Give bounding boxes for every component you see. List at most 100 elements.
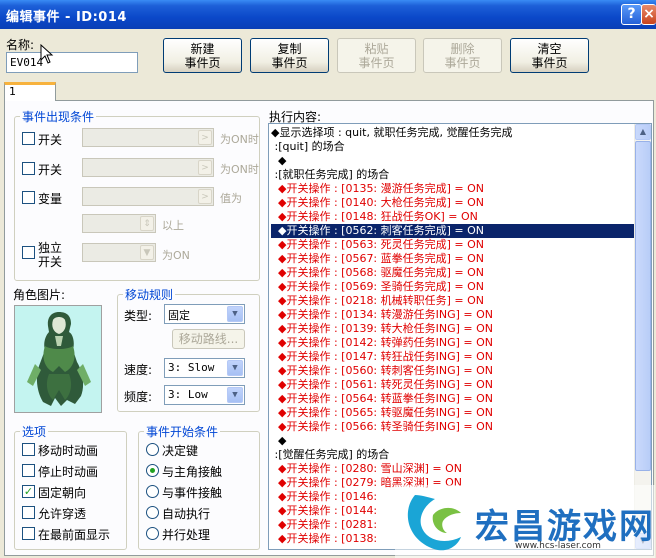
exec-command-line[interactable]: ◆开关操作 : [0565: 转驱魔任务ING] = ON xyxy=(271,406,635,420)
watermark-logo: 宏昌游戏网 www.hcs-laser.com xyxy=(395,485,655,558)
copy-page-button[interactable]: 复制 事件页 xyxy=(250,38,329,73)
variable-field[interactable]: > xyxy=(82,187,214,206)
paste-page-label-1: 粘贴 xyxy=(364,42,389,56)
switch2-label: 开关 xyxy=(38,163,63,177)
exec-command-line[interactable]: ◆开关操作 : [0562: 刺客任务完成] = ON xyxy=(271,224,635,238)
exec-command-line[interactable]: ◆开关操作 : [0142: 转弹药任务ING] = ON xyxy=(271,336,635,350)
option-checkbox[interactable] xyxy=(22,464,35,477)
trigger-label: 与事件接触 xyxy=(162,486,223,500)
help-button[interactable]: ? xyxy=(621,4,642,25)
new-page-label-1: 新建 xyxy=(190,42,215,56)
option-checkbox[interactable] xyxy=(22,527,35,540)
scroll-thumb[interactable] xyxy=(635,141,651,471)
switch2-checkbox[interactable] xyxy=(22,162,35,175)
exec-command-text: ◆开关操作 : [0147: 转狂战任务ING] = ON xyxy=(271,350,494,363)
exec-command-line[interactable]: ◆ xyxy=(271,154,635,168)
exec-command-line[interactable]: ◆开关操作 : [0134: 转漫游任务ING] = ON xyxy=(271,308,635,322)
exec-command-text: ◆开关操作 : [0134: 转漫游任务ING] = ON xyxy=(271,308,494,321)
exec-command-text: ◆开关操作 : [0146: xyxy=(271,490,378,503)
movement-freq-dropdown-icon: ▼ xyxy=(227,387,243,403)
exec-command-text: ◆开关操作 : [0560: 转刺客任务ING] = ON xyxy=(271,364,494,377)
delete-page-label-2: 事件页 xyxy=(444,56,481,70)
exec-command-line[interactable]: :[觉醒任务完成] 的场合 xyxy=(271,448,635,462)
trigger-radio[interactable] xyxy=(146,443,159,456)
clear-page-label-1: 清空 xyxy=(537,42,562,56)
movement-freq-select[interactable]: 3: Low ▼ xyxy=(164,385,245,405)
variable-label: 变量 xyxy=(38,192,63,206)
exec-command-line[interactable]: ◆开关操作 : [0564: 转蓝拳任务ING] = ON xyxy=(271,392,635,406)
trigger-radio[interactable] xyxy=(146,485,159,498)
variable-spin-icon: ⇕ xyxy=(140,216,154,231)
option-checkbox[interactable] xyxy=(22,506,35,519)
exec-command-line[interactable]: ◆显示选择项 : quit, 就职任务完成, 觉醒任务完成 xyxy=(271,126,635,140)
option-checkbox[interactable]: ✓ xyxy=(22,485,35,498)
exec-command-line[interactable]: :[就职任务完成] 的场合 xyxy=(271,168,635,182)
name-label: 名称: xyxy=(6,38,35,52)
exec-command-line[interactable]: ◆开关操作 : [0140: 大枪任务完成] = ON xyxy=(271,196,635,210)
option-label: 在最前面显示 xyxy=(38,528,111,542)
trigger-label: 自动执行 xyxy=(162,507,211,521)
switch1-checkbox[interactable] xyxy=(22,132,35,145)
exec-command-line[interactable]: ◆开关操作 : [0280: 雪山深渊] = ON xyxy=(271,462,635,476)
trigger-radio[interactable] xyxy=(146,506,159,519)
trigger-radio[interactable] xyxy=(146,464,159,477)
move-route-button[interactable]: 移动路线... xyxy=(172,329,245,349)
exec-command-line[interactable]: ◆ xyxy=(271,434,635,448)
switch2-field[interactable]: > xyxy=(82,158,214,177)
exec-command-line[interactable]: ◆开关操作 : [0218: 机械转职任务] = ON xyxy=(271,294,635,308)
clear-page-button[interactable]: 清空 事件页 xyxy=(510,38,589,73)
exec-command-line[interactable]: ◆开关操作 : [0560: 转刺客任务ING] = ON xyxy=(271,364,635,378)
delete-page-button[interactable]: 删除 事件页 xyxy=(423,38,502,73)
exec-command-line[interactable]: ◆开关操作 : [0566: 转圣骑任务ING] = ON xyxy=(271,420,635,434)
new-page-button[interactable]: 新建 事件页 xyxy=(163,38,242,73)
exec-command-line[interactable]: ◆开关操作 : [0135: 漫游任务完成] = ON xyxy=(271,182,635,196)
variable-suffix: 值为 xyxy=(220,192,242,205)
switch1-suffix: 为ON时 xyxy=(220,133,259,146)
switch1-field[interactable]: > xyxy=(82,128,214,147)
exec-command-line[interactable]: ◆开关操作 : [0568: 驱魔任务完成] = ON xyxy=(271,266,635,280)
exec-command-text: ◆开关操作 : [0218: 机械转职任务] = ON xyxy=(271,294,485,307)
close-button[interactable]: × xyxy=(641,4,656,25)
exec-command-text: ◆ xyxy=(271,434,287,447)
clear-page-label-2: 事件页 xyxy=(531,56,568,70)
self-switch-checkbox[interactable] xyxy=(22,246,35,259)
movement-speed-select[interactable]: 3: Slow ▼ xyxy=(164,358,245,378)
exec-command-line[interactable]: ◆开关操作 : [0561: 转死灵任务ING] = ON xyxy=(271,378,635,392)
exec-command-line[interactable]: ◆开关操作 : [0569: 圣骑任务完成] = ON xyxy=(271,280,635,294)
exec-command-text: :[就职任务完成] 的场合 xyxy=(271,168,390,181)
trigger-radio[interactable] xyxy=(146,527,159,540)
exec-command-line[interactable]: ◆开关操作 : [0563: 死灵任务完成] = ON xyxy=(271,238,635,252)
variable-browse-icon: > xyxy=(198,189,212,204)
movement-type-label: 类型: xyxy=(124,309,153,323)
switch1-label: 开关 xyxy=(38,133,63,147)
scroll-up-icon[interactable]: ▲ xyxy=(635,124,651,140)
delete-page-label-1: 删除 xyxy=(450,42,475,56)
option-label: 固定朝向 xyxy=(38,486,87,500)
exec-command-line[interactable]: ◆开关操作 : [0139: 转大枪任务ING] = ON xyxy=(271,322,635,336)
option-label: 允许穿透 xyxy=(38,507,87,521)
variable-value-field[interactable]: ⇕ xyxy=(82,214,156,233)
name-input[interactable]: EV014 xyxy=(6,52,138,73)
movement-type-select[interactable]: 固定 ▼ xyxy=(164,304,245,324)
option-checkbox[interactable] xyxy=(22,443,35,456)
exec-command-text: ◆开关操作 : [0140: 大枪任务完成] = ON xyxy=(271,196,485,209)
exec-command-text: ◆开关操作 : [0281: xyxy=(271,518,378,531)
exec-command-line[interactable]: :[quit] 的场合 xyxy=(271,140,635,154)
paste-page-button[interactable]: 粘贴 事件页 xyxy=(337,38,416,73)
exec-command-text: ◆显示选择项 : quit, 就职任务完成, 觉醒任务完成 xyxy=(271,126,513,139)
paste-page-label-2: 事件页 xyxy=(358,56,395,70)
character-graphic[interactable] xyxy=(14,305,102,413)
exec-command-line[interactable]: ◆开关操作 : [0567: 蓝拳任务完成] = ON xyxy=(271,252,635,266)
self-switch-dropdown-icon: ▼ xyxy=(140,245,154,260)
variable-checkbox[interactable] xyxy=(22,191,35,204)
exec-command-text: ◆开关操作 : [0567: 蓝拳任务完成] = ON xyxy=(271,252,485,265)
self-switch-select[interactable]: ▼ xyxy=(82,243,156,262)
trigger-legend: 事件开始条件 xyxy=(146,425,219,439)
exec-command-text: ◆开关操作 : [0565: 转驱魔任务ING] = ON xyxy=(271,406,494,419)
title-bar[interactable]: 编辑事件 - ID:014 ? × xyxy=(0,0,656,29)
exec-command-line[interactable]: ◆开关操作 : [0147: 转狂战任务ING] = ON xyxy=(271,350,635,364)
tab-page-1[interactable]: 1 xyxy=(4,82,56,101)
trigger-label: 决定键 xyxy=(162,444,199,458)
exec-command-text: :[觉醒任务完成] 的场合 xyxy=(271,448,390,461)
exec-command-line[interactable]: ◆开关操作 : [0148: 狂战任务OK] = ON xyxy=(271,210,635,224)
